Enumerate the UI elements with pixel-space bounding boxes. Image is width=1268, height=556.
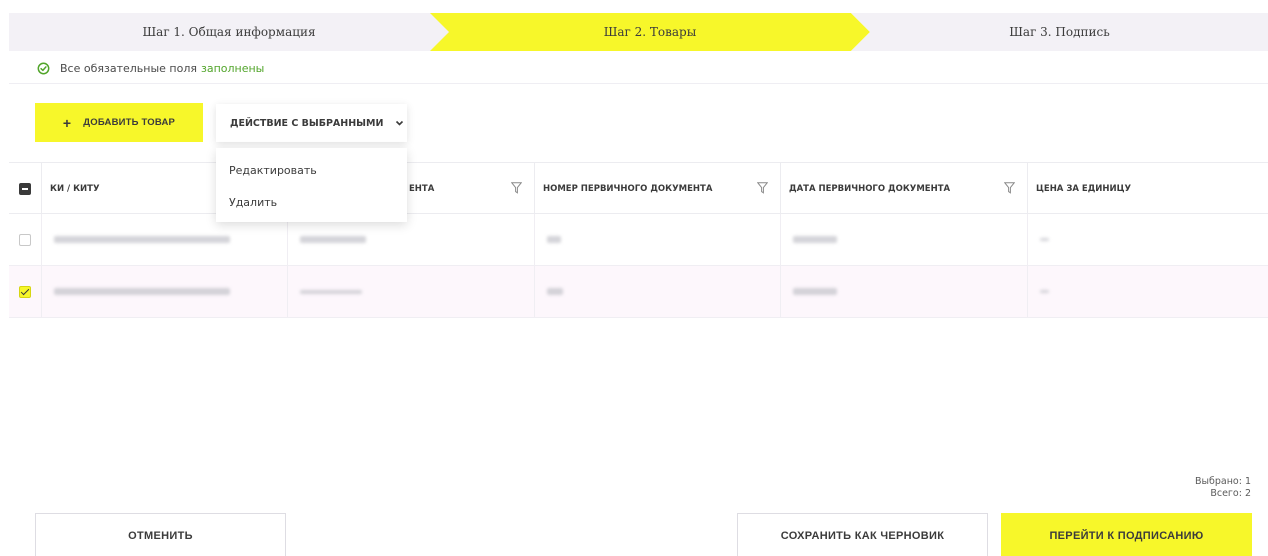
column-label: ЕНТА: [409, 183, 435, 194]
save-draft-button[interactable]: СОХРАНИТЬ КАК ЧЕРНОВИК: [737, 513, 988, 556]
redacted-value: [54, 288, 230, 295]
redacted-value: [547, 288, 563, 295]
check-circle-icon: [37, 62, 50, 74]
column-header-doc-number[interactable]: НОМЕР ПЕРВИЧНОГО ДОКУМЕНТА: [534, 163, 780, 214]
status-text: Все обязательные поля: [60, 61, 197, 75]
chevron-down-icon: [396, 120, 404, 126]
validation-status: Все обязательные поля заполнены: [37, 60, 264, 76]
row-select-cell: [9, 266, 41, 317]
products-table: КИ / КИТУ ЕНТА НОМЕР ПЕРВИЧНОГО ДОКУМЕНТ…: [9, 162, 1268, 318]
redacted-value: [300, 236, 366, 243]
cell-doc-number: [534, 214, 780, 265]
status-highlight: заполнены: [200, 61, 265, 75]
cell-code: [41, 266, 287, 317]
step-label: Шаг 2. Товары: [603, 25, 697, 39]
cell-document: [287, 266, 534, 317]
row-checkbox[interactable]: [19, 285, 31, 298]
redacted-value: [547, 236, 561, 243]
total-count: Всего: 2: [1210, 488, 1251, 499]
column-label: КИ / КИТУ: [50, 183, 100, 194]
step-general-info[interactable]: Шаг 1. Общая информация: [9, 13, 449, 51]
column-label: ДАТА ПЕРВИЧНОГО ДОКУМЕНТА: [789, 183, 951, 194]
step-goods[interactable]: Шаг 2. Товары: [430, 13, 870, 51]
plus-icon: +: [62, 114, 72, 131]
step-signature[interactable]: Шаг 3. Подпись: [851, 13, 1268, 51]
redacted-value: [793, 288, 837, 295]
selection-counts: Выбрано: 1 Всего: 2: [1195, 476, 1251, 500]
table-row[interactable]: [9, 214, 1268, 266]
cell-doc-date: [780, 266, 1027, 317]
step-label: Шаг 1. Общая информация: [142, 25, 316, 39]
redacted-value: [793, 236, 837, 243]
column-label: НОМЕР ПЕРВИЧНОГО ДОКУМЕНТА: [543, 183, 713, 194]
column-header-unit-price[interactable]: ЦЕНА ЗА ЕДИНИЦУ: [1027, 163, 1268, 214]
filter-icon[interactable]: [757, 182, 768, 194]
cell-doc-number: [534, 266, 780, 317]
stepper: Шаг 1. Общая информация Шаг 2. Товары Ша…: [9, 13, 1268, 51]
redacted-value: [300, 289, 362, 294]
bulk-action-label: ДЕЙСТВИЕ С ВЫБРАННЫМИ: [230, 117, 384, 129]
cell-unit-price: [1027, 214, 1268, 265]
selected-count: Выбрано: 1: [1194, 476, 1251, 487]
bulk-action-dropdown[interactable]: ДЕЙСТВИЕ С ВЫБРАННЫМИ: [216, 104, 407, 142]
table-header: КИ / КИТУ ЕНТА НОМЕР ПЕРВИЧНОГО ДОКУМЕНТ…: [9, 162, 1268, 214]
column-header-doc-date[interactable]: ДАТА ПЕРВИЧНОГО ДОКУМЕНТА: [780, 163, 1027, 214]
row-select-cell: [9, 214, 41, 265]
menu-item-edit[interactable]: Редактировать: [216, 154, 407, 186]
redacted-value: [54, 236, 230, 243]
menu-item-delete[interactable]: Удалить: [216, 186, 407, 218]
table-row[interactable]: [9, 266, 1268, 318]
filter-icon[interactable]: [1004, 182, 1015, 194]
cell-doc-date: [780, 214, 1027, 265]
add-product-button[interactable]: + ДОБАВИТЬ ТОВАР: [35, 103, 203, 142]
add-product-label: ДОБАВИТЬ ТОВАР: [83, 117, 176, 128]
filter-icon[interactable]: [511, 182, 522, 194]
divider: [9, 83, 1268, 84]
proceed-to-sign-button[interactable]: ПЕРЕЙТИ К ПОДПИСАНИЮ: [1001, 513, 1252, 556]
cell-unit-price: [1027, 266, 1268, 317]
redacted-value: [1040, 290, 1049, 293]
column-label: ЦЕНА ЗА ЕДИНИЦУ: [1036, 183, 1132, 194]
redacted-value: [1040, 238, 1049, 241]
cancel-button[interactable]: ОТМЕНИТЬ: [35, 513, 286, 556]
bulk-action-menu: Редактировать Удалить: [216, 148, 407, 222]
row-checkbox[interactable]: [19, 233, 31, 246]
step-label: Шаг 3. Подпись: [1009, 25, 1110, 39]
header-select-all-cell: [9, 163, 41, 214]
select-all-checkbox[interactable]: [19, 182, 31, 195]
